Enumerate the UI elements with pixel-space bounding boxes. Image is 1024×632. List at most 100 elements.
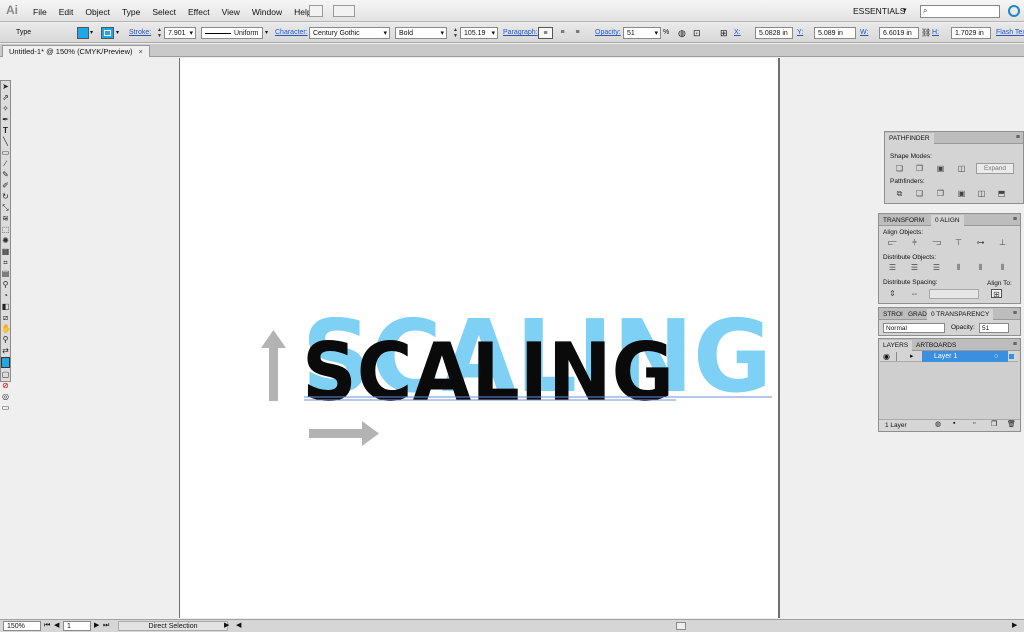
document-tab[interactable]: Untitled-1* @ 150% (CMYK/Preview) × [2,45,150,57]
distribute-v-space-icon[interactable]: ⇕ [887,289,898,298]
pen-icon[interactable]: ✒ [1,114,10,125]
w-label[interactable]: W: [860,27,868,39]
brush-icon[interactable]: ∕ [1,158,10,169]
graph-icon[interactable]: ▦ [1,246,10,257]
rectangle-icon[interactable]: ▭ [1,147,10,158]
current-tool-label[interactable]: Direct Selection [118,621,228,631]
align-right-edge-icon[interactable]: ⫎ [931,238,942,247]
menu-type[interactable]: Type [122,7,140,17]
unite-icon[interactable]: ❏ [894,164,905,173]
menu-edit[interactable]: Edit [59,7,74,17]
zoom-select[interactable]: 150% [3,621,41,631]
locate-object-icon[interactable]: ◍ [935,420,941,428]
minus-front-icon[interactable]: ❐ [914,164,925,173]
eye-icon[interactable]: ◉ [883,351,890,362]
search-input[interactable]: ⌕ [920,5,1000,18]
hand-icon[interactable]: ✋ [1,323,11,334]
tab-artboards[interactable]: ARTBOARDS [912,340,960,351]
constrain-proportions-icon[interactable]: ⛓ [921,27,931,39]
x-label[interactable]: X: [734,27,741,39]
align-left-icon[interactable]: ≡ [538,27,553,39]
font-style-select[interactable]: Bold [395,27,447,40]
opacity-field[interactable]: 51 [979,323,1009,333]
blob-brush-icon[interactable]: ✐ [1,180,10,191]
target-icon[interactable]: ○ [994,351,998,362]
stroke-stepper[interactable]: ▲ ▼ [157,27,163,39]
distribute-h-center-icon[interactable]: ⦀ [975,263,986,272]
direct-selection-icon[interactable]: ⇗ [1,92,10,103]
cs-live-icon[interactable] [1008,5,1020,17]
fill-swatch[interactable] [77,27,89,39]
mesh-icon[interactable]: ⌗ [1,257,10,268]
menu-select[interactable]: Select [152,7,176,17]
magic-wand-icon[interactable]: ✧ [1,103,10,114]
layer-row[interactable]: ◉ ▸ Layer 1 ○ [880,351,1018,362]
warp-icon[interactable]: ≋ [1,213,10,224]
panel-menu-icon[interactable]: ≡ [1016,132,1020,144]
artboard-select[interactable]: 1 [63,621,91,631]
lock-icon[interactable] [896,352,908,361]
divide-icon[interactable]: ⧉ [894,189,905,198]
distribute-top-icon[interactable]: ☰ [887,263,898,272]
align-top-edge-icon[interactable]: ⊤ [953,238,964,247]
line-icon[interactable]: ╲ [1,136,10,147]
stroke-label[interactable]: Stroke: [129,27,151,39]
trim-icon[interactable]: ❏ [914,189,925,198]
spacing-field[interactable] [929,289,979,299]
menu-view[interactable]: View [222,7,240,17]
chevron-down-icon[interactable]: ▾ [90,27,93,39]
panel-menu-icon[interactable]: ≡ [1013,308,1017,320]
align-right-icon[interactable]: ≡ [571,27,584,39]
menu-effect[interactable]: Effect [188,7,210,17]
merge-icon[interactable]: ❐ [935,189,946,198]
fill-icon[interactable] [1,357,10,368]
expand-button[interactable]: Expand [976,163,1014,174]
h-label[interactable]: H: [932,27,939,39]
none-icon[interactable]: ⊘ [1,380,10,391]
artwork-canvas[interactable]: SCALING SCALING [180,58,781,618]
pencil-icon[interactable]: ✎ [1,169,10,180]
tab-stroke[interactable]: STROI [879,309,907,320]
align-h-center-icon[interactable]: ⫩ [909,238,920,247]
distribute-v-center-icon[interactable]: ☰ [909,263,920,272]
tab-align[interactable]: 0 ALIGN [931,215,964,226]
recolor-icon[interactable]: ◍ [678,27,686,39]
fill-stroke-swap-icon[interactable]: ⇄ [1,345,10,356]
x-field[interactable]: 5.0828 in [755,27,793,39]
h-field[interactable]: 1.7029 in [951,27,991,39]
crop-icon[interactable]: ▣ [956,189,967,198]
character-label[interactable]: Character: [275,27,308,39]
tab-pathfinder[interactable]: PATHFINDER [885,133,934,144]
gradient-icon[interactable]: ▤ [1,268,10,279]
stroke-swatch[interactable] [101,27,114,39]
reference-point-icon[interactable]: ⊞ [720,27,728,39]
first-artboard-icon[interactable]: ⏮ [44,621,50,631]
menu-file[interactable]: File [33,7,47,17]
opacity-field[interactable]: 51 [623,27,661,40]
artboard[interactable]: SCALING SCALING [179,58,780,618]
tab-layers[interactable]: LAYERS [879,340,913,351]
panel-menu-icon[interactable]: ≡ [1013,339,1017,351]
align-left-edge-icon[interactable]: ⫍ [887,238,898,247]
clipping-mask-icon[interactable]: ▪ [953,420,955,427]
type-icon[interactable]: T [1,125,10,136]
menu-window[interactable]: Window [252,7,282,17]
tab-transparency[interactable]: 0 TRANSPARENCY [927,309,994,320]
align-bottom-edge-icon[interactable]: ⊥ [997,238,1008,247]
minus-back-icon[interactable]: ⬒ [996,189,1007,198]
y-field[interactable]: 5.089 in [814,27,856,39]
chevron-down-icon[interactable]: ▾ [265,27,268,39]
scroll-left-icon[interactable]: ◀ [236,621,241,631]
stroke-profile-select[interactable]: Uniform [201,27,263,39]
scaled-text-main[interactable]: SCALING [302,326,674,419]
free-transform-icon[interactable]: ⬚ [1,224,10,235]
new-layer-icon[interactable]: ❐ [991,420,997,428]
y-label[interactable]: Y: [797,27,803,39]
arrange-documents-button[interactable] [333,5,355,17]
panel-menu-icon[interactable]: ≡ [1013,214,1017,226]
distribute-left-icon[interactable]: ⦀ [953,263,964,272]
next-artboard-icon[interactable]: ▶ [94,621,99,631]
blend-icon[interactable]: ◔ [1,290,10,301]
horizontal-scrollbar-thumb[interactable] [676,622,686,630]
intersect-icon[interactable]: ▣ [935,164,946,173]
